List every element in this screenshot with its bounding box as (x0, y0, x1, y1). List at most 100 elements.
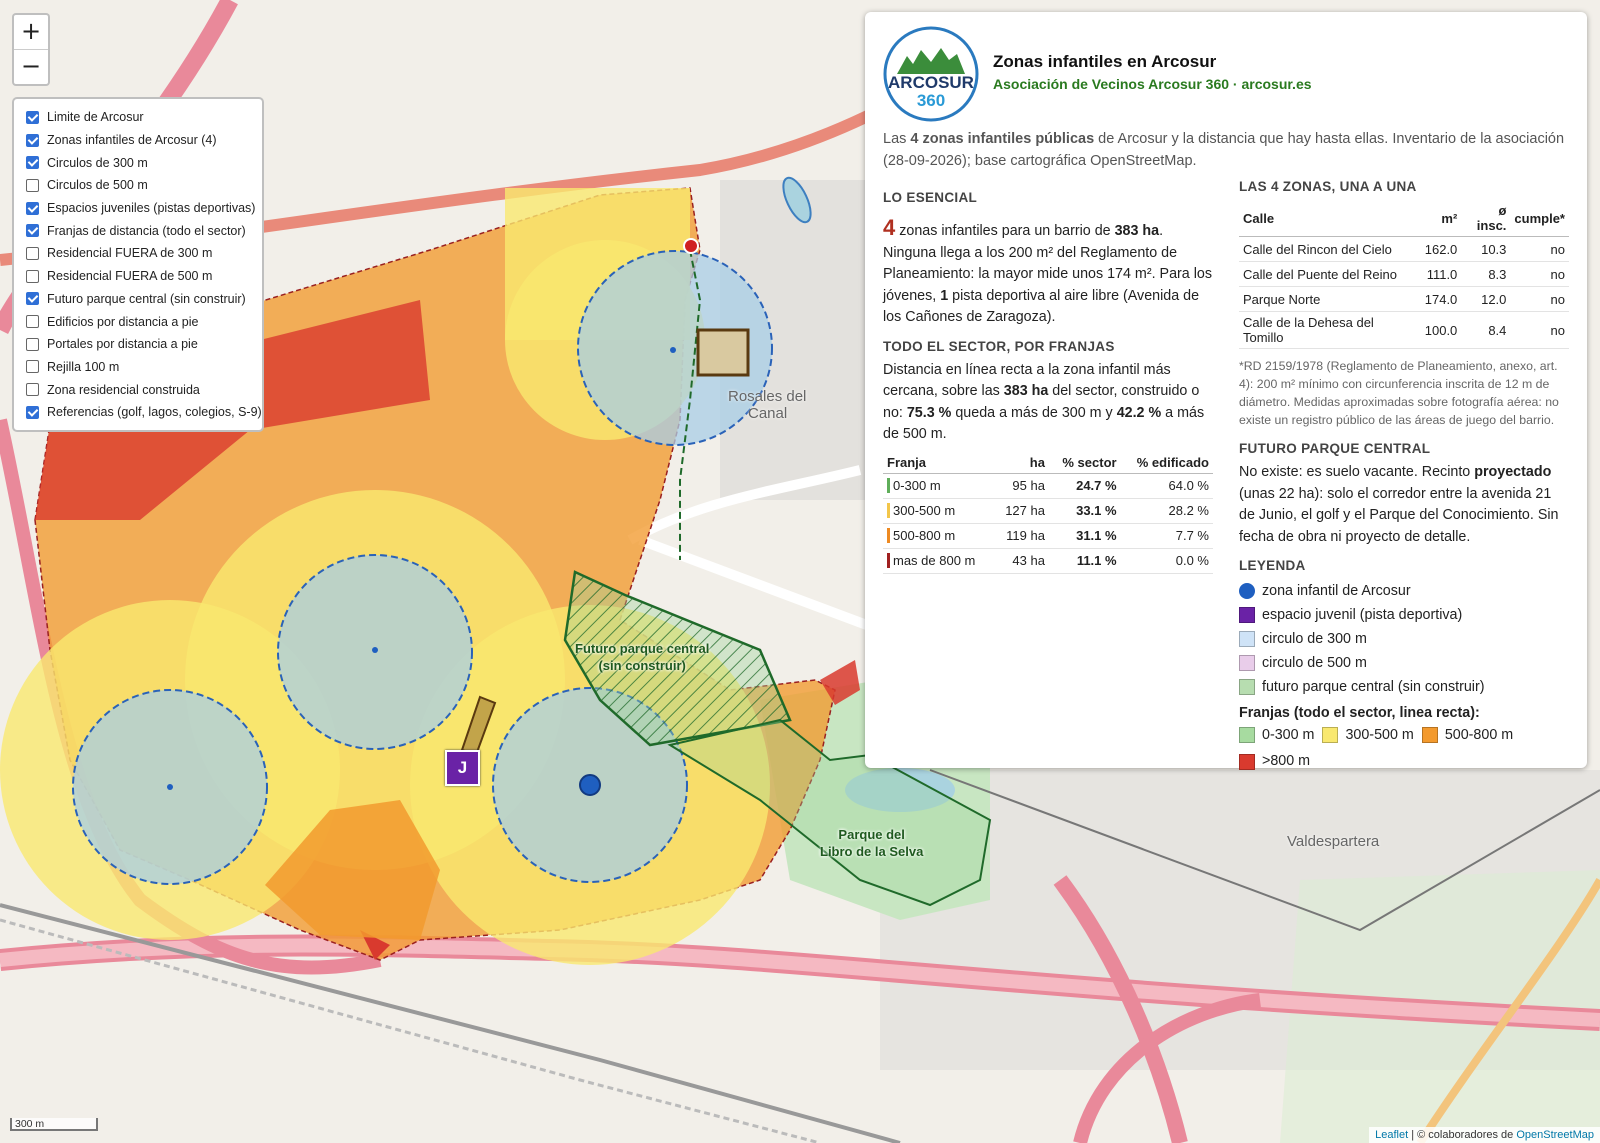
table-row: 300-500 m 127 ha 33.1 % 28.2 % (883, 498, 1213, 524)
futuro-heading: FUTURO PARQUE CENTRAL (1239, 441, 1431, 456)
layer-toggle[interactable]: Futuro parque central (sin construir) (14, 288, 262, 311)
legend-label: circulo de 300 m (1262, 631, 1367, 647)
layer-label: Edificios por distancia a pie (47, 314, 199, 329)
legend-item: circulo de 500 m (1239, 651, 1569, 675)
legend-label: >800 m (1262, 752, 1311, 769)
layer-toggle[interactable]: Zona residencial construida (14, 378, 262, 401)
layer-label: Referencias (golf, lagos, colegios, S-9) (47, 405, 262, 420)
layer-label: Franjas de distancia (todo el sector) (47, 223, 246, 238)
layer-toggle[interactable]: Limite de Arcosur (14, 106, 262, 129)
layer-checkbox[interactable] (26, 224, 39, 238)
legend-item: zona infantil de Arcosur (1239, 579, 1569, 603)
layer-label: Futuro parque central (sin construir) (47, 291, 246, 306)
table-cell: 111.0 (1420, 261, 1462, 287)
table-cell: no (1510, 311, 1569, 349)
table-cell: 31.1 % (1048, 523, 1121, 549)
table-row: 500-800 m 119 ha 31.1 % 7.7 % (883, 523, 1213, 549)
layer-checkbox[interactable] (26, 360, 39, 374)
legend-swatch (1421, 727, 1438, 744)
layer-checkbox[interactable] (26, 383, 39, 397)
zoom-control: + − (12, 13, 50, 86)
layer-toggle[interactable]: Circulos de 300 m (14, 151, 262, 174)
zonas-heading: LAS 4 ZONAS, UNA A UNA (1239, 179, 1417, 194)
layer-toggle[interactable]: Rejilla 100 m (14, 356, 262, 379)
panel-title: Zonas infantiles en Arcosur (993, 52, 1217, 71)
table-cell: 100.0 (1420, 311, 1462, 349)
table-cell: 43 ha (993, 548, 1049, 574)
layer-label: Zona residencial construida (47, 382, 200, 397)
leaflet-link[interactable]: Leaflet (1375, 1129, 1408, 1141)
legend-swatch (1239, 583, 1255, 599)
table-row: Calle de la Dehesa del Tomillo 100.0 8.4 no (1239, 311, 1569, 349)
juvenil-marker[interactable]: J (445, 750, 480, 786)
legend-label: 0-300 m (1262, 726, 1315, 743)
layer-toggle[interactable]: Portales por distancia a pie (14, 333, 262, 356)
table-cell: 300-500 m (883, 498, 994, 524)
layer-toggle[interactable]: Espacios juveniles (pistas deportivas) (14, 197, 262, 220)
right-column: LAS 4 ZONAS, UNA A UNA Calle m² ø insc. cum… (1239, 179, 1569, 777)
legend-swatch (1239, 753, 1255, 770)
layer-toggle[interactable]: Edificios por distancia a pie (14, 310, 262, 333)
osm-link[interactable]: OpenStreetMap (1516, 1129, 1594, 1141)
table-cell: no (1510, 236, 1569, 262)
zoom-out-button[interactable]: − (14, 49, 48, 84)
layer-checkbox[interactable] (26, 246, 39, 260)
table-row: 0-300 m 95 ha 24.7 % 64.0 % (883, 473, 1213, 499)
layer-checkbox[interactable] (26, 315, 39, 329)
left-column: LO ESENCIAL 4 zonas infantiles para un b… (883, 190, 1213, 574)
table-header: m² (1420, 200, 1462, 237)
table-header: % sector (1048, 451, 1121, 474)
table-row: Calle del Rincon del Cielo 162.0 10.3 no (1239, 236, 1569, 262)
franja-legend-item: 300-500 m (1322, 725, 1414, 747)
table-cell: Calle del Rincon del Cielo (1239, 236, 1421, 262)
layer-checkbox[interactable] (26, 292, 39, 306)
layer-label: Espacios juveniles (pistas deportivas) (47, 201, 256, 216)
table-header: Franja (883, 451, 994, 474)
place-valdespartera: Valdespartera (1287, 833, 1380, 850)
place-rosales: Rosales del Canal (728, 388, 807, 422)
layer-toggle[interactable]: Residencial FUERA de 500 m (14, 265, 262, 288)
table-cell: 0-300 m (883, 473, 994, 499)
layer-checkbox[interactable] (26, 337, 39, 351)
legend-swatch (1239, 727, 1255, 744)
legend-swatch (1239, 631, 1255, 647)
zoom-in-button[interactable]: + (14, 15, 48, 49)
table-cell: 10.3 (1461, 236, 1511, 262)
table-cell: Parque Norte (1239, 286, 1421, 312)
franja-legend-item: 500-800 m (1421, 725, 1513, 747)
layer-checkbox[interactable] (26, 405, 39, 419)
layer-toggle[interactable]: Referencias (golf, lagos, colegios, S-9) (14, 401, 262, 424)
futuro-text: No existe: es suelo vacante. Recinto pro… (1239, 464, 1559, 545)
layer-checkbox[interactable] (26, 156, 39, 170)
table-row: Calle del Puente del Reino 111.0 8.3 no (1239, 261, 1569, 287)
layer-checkbox[interactable] (26, 201, 39, 215)
layer-label: Circulos de 300 m (47, 155, 148, 170)
layer-toggle[interactable]: Franjas de distancia (todo el sector) (14, 219, 262, 242)
label-futuro-parque: Futuro parque central (sin construir) (575, 641, 710, 673)
layer-checkbox[interactable] (26, 133, 39, 147)
legend-swatch (1239, 655, 1255, 671)
layer-checkbox[interactable] (26, 178, 39, 192)
layer-toggle[interactable]: Circulos de 500 m (14, 174, 262, 197)
table-header: ø insc. (1461, 200, 1511, 237)
layer-checkbox[interactable] (26, 110, 39, 124)
table-header: ha (993, 451, 1049, 474)
layer-label: Residencial FUERA de 500 m (47, 269, 213, 284)
franja-legend-item: 0-300 m (1239, 725, 1314, 747)
legend-item: circulo de 300 m (1239, 627, 1569, 651)
table-header: Calle (1239, 200, 1421, 237)
franja-legend-item: >800 m (1239, 751, 1310, 773)
esencial-heading: LO ESENCIAL (883, 190, 978, 205)
arcosur-logo: ARCOSUR 360 (883, 26, 979, 122)
layer-toggle[interactable]: Residencial FUERA de 300 m (14, 242, 262, 265)
table-cell: 162.0 (1420, 236, 1462, 262)
franjas-table: Franja ha% sector% edificado 0-300 m 95 ha… (883, 451, 1213, 574)
layer-toggle[interactable]: Zonas infantiles de Arcosur (4) (14, 129, 262, 152)
table-row: Parque Norte 174.0 12.0 no (1239, 286, 1569, 312)
scale-bar: 300 m (10, 1118, 98, 1131)
leyenda-heading: LEYENDA (1239, 558, 1306, 573)
layer-checkbox[interactable] (26, 269, 39, 283)
layer-label: Limite de Arcosur (47, 110, 144, 125)
svg-text:ARCOSUR: ARCOSUR (888, 73, 974, 92)
legend-label: 300-500 m (1345, 726, 1414, 743)
